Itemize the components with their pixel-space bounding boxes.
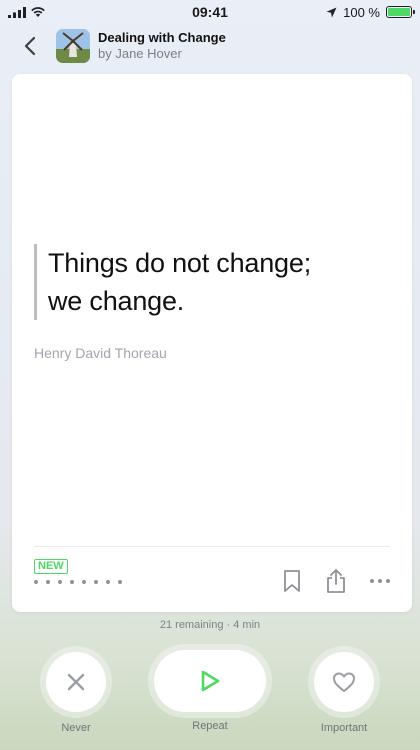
header: Dealing with Change by Jane Hover bbox=[0, 26, 420, 66]
close-icon bbox=[67, 673, 85, 691]
bookmark-icon bbox=[284, 570, 300, 592]
progress-dot bbox=[46, 580, 50, 584]
signal-icon bbox=[8, 6, 26, 18]
important-label: Important bbox=[320, 722, 368, 734]
heart-icon bbox=[333, 672, 355, 692]
progress-dot bbox=[118, 580, 122, 584]
progress-dot bbox=[106, 580, 110, 584]
bookmark-button[interactable] bbox=[276, 565, 308, 597]
more-button[interactable] bbox=[364, 565, 396, 597]
status-bar: 09:41 100 % bbox=[0, 0, 420, 24]
card-actions bbox=[276, 565, 396, 597]
back-icon bbox=[24, 36, 36, 56]
quote-card[interactable]: Things do not change; we change. Henry D… bbox=[12, 74, 412, 612]
play-icon bbox=[201, 670, 220, 692]
status-right: 100 % bbox=[326, 4, 415, 20]
book-cover[interactable] bbox=[56, 29, 90, 63]
quote-line-2: we change. bbox=[48, 286, 185, 316]
never-label: Never bbox=[61, 722, 91, 734]
never-control: Never bbox=[46, 652, 106, 734]
status-left bbox=[8, 6, 128, 18]
back-button[interactable] bbox=[8, 26, 52, 66]
windmill-icon bbox=[56, 29, 90, 63]
progress-dot bbox=[70, 580, 74, 584]
quote-author: Henry David Thoreau bbox=[34, 345, 167, 361]
book-info: Dealing with Change by Jane Hover bbox=[98, 30, 226, 62]
repeat-control: Repeat bbox=[154, 650, 266, 732]
progress-dot bbox=[94, 580, 98, 584]
location-icon bbox=[326, 7, 337, 17]
book-title: Dealing with Change bbox=[98, 30, 226, 45]
battery-percent: 100 % bbox=[343, 4, 380, 20]
new-badge: NEW bbox=[34, 559, 68, 574]
repeat-label: Repeat bbox=[192, 720, 228, 732]
wifi-icon bbox=[31, 7, 45, 17]
important-button[interactable] bbox=[314, 652, 374, 712]
progress-dot bbox=[34, 580, 38, 584]
progress-dots bbox=[34, 580, 122, 584]
battery-icon bbox=[386, 6, 415, 18]
share-icon bbox=[327, 569, 345, 593]
progress-dot bbox=[82, 580, 86, 584]
card-footer: NEW bbox=[34, 546, 390, 602]
more-icon bbox=[370, 579, 390, 583]
book-author: by Jane Hover bbox=[98, 46, 182, 61]
battery-fill bbox=[388, 8, 410, 16]
never-button[interactable] bbox=[46, 652, 106, 712]
progress-dot bbox=[58, 580, 62, 584]
remaining-info: 21 remaining · 4 min bbox=[159, 619, 261, 631]
quote-line-1: Things do not change; bbox=[48, 248, 311, 278]
bottom-controls: Never Repeat Important bbox=[0, 646, 420, 746]
repeat-button[interactable] bbox=[154, 650, 266, 712]
quote-block: Things do not change; we change. bbox=[34, 244, 374, 320]
important-control: Important bbox=[314, 652, 374, 734]
share-button[interactable] bbox=[320, 565, 352, 597]
